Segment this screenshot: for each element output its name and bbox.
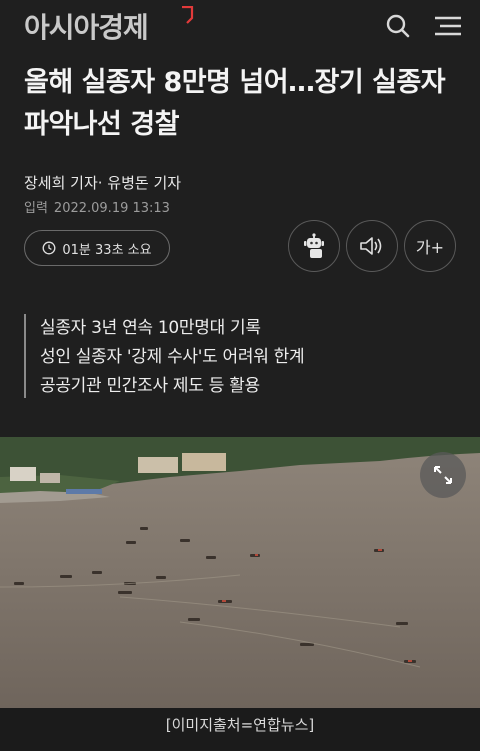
font-size-label: 가+ [415,238,445,257]
expand-arrows-icon [434,466,452,484]
search-icon[interactable] [382,10,414,42]
expand-image-button[interactable] [420,452,466,498]
logo-accent-icon [182,6,194,24]
article-photo[interactable] [0,437,480,708]
site-logo[interactable]: 아시아경제 [24,6,149,46]
clock-icon [42,241,56,255]
summary-item: 공공기관 민간조사 제도 등 활용 [40,376,260,396]
date-label: 입력 [24,201,48,216]
ai-summary-button[interactable] [288,220,340,272]
publish-date: 입력 2022.09.19 13:13 [24,197,176,216]
photo-caption: [이미지출처=연합뉴스] [0,708,480,751]
ai-robot-icon [304,233,324,258]
summary-item: 성인 실종자 '강제 수사'도 어려워 한계 [40,347,305,367]
top-header: 아시아경제 [0,0,480,52]
read-time-text: 01분 33초 소요 [62,242,152,258]
article-title: 올해 실종자 8만명 넘어…장기 실종자 파악나선 경찰 [24,67,446,140]
hamburger-menu-icon[interactable] [432,10,464,42]
speaker-icon [360,237,382,255]
font-size-button[interactable]: 가+ [404,220,456,272]
read-time-badge: 01분 33초 소요 [24,230,170,266]
author-byline[interactable]: 장세희 기자· 유병돈 기자 [24,172,181,193]
article-summary: 실종자 3년 연속 10만명대 기록 성인 실종자 '강제 수사'도 어려워 한… [24,314,305,398]
summary-item: 실종자 3년 연속 10만명대 기록 [40,318,261,338]
date-value: 2022.09.19 13:13 [53,201,170,216]
listen-audio-button[interactable] [346,220,398,272]
